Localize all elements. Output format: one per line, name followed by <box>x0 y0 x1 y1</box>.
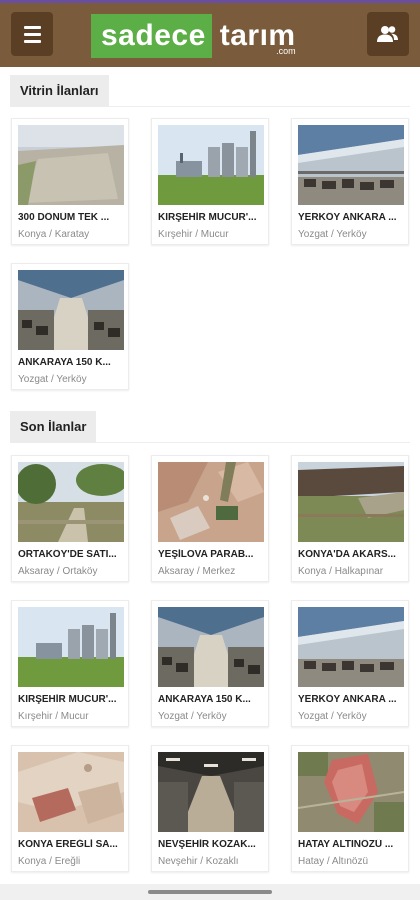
listing-thumbnail <box>18 607 124 687</box>
listing-location: Konya / Ereğli <box>18 856 81 867</box>
listing-location: Nevşehir / Kozaklı <box>158 856 239 867</box>
listing-location: Yozgat / Yerköy <box>158 711 227 722</box>
listing-card[interactable]: ANKARAYA 150 K... Yozgat / Yerköy <box>151 600 269 727</box>
listing-thumbnail <box>158 752 264 832</box>
home-indicator[interactable] <box>148 890 272 894</box>
listing-location: Konya / Halkapınar <box>298 566 384 577</box>
listing-location: Aksaray / Ortaköy <box>18 566 98 577</box>
listing-card[interactable]: KONYA'DA AKARS... Konya / Halkapınar <box>291 455 409 582</box>
listing-thumbnail <box>158 607 264 687</box>
user-account-button[interactable] <box>367 12 409 56</box>
showcase-title: Vitrin İlanları <box>10 75 109 107</box>
listing-title: HATAY ALTINÖZÜ ... <box>298 839 394 850</box>
listing-title: KIRŞEHİR MUCUR'... <box>18 694 117 705</box>
listing-location: Aksaray / Merkez <box>158 566 236 577</box>
listing-thumbnail <box>298 125 404 205</box>
site-logo[interactable]: sadece tarım .com <box>91 14 327 58</box>
listing-card[interactable]: YERKÖY ANKARA ... Yozgat / Yerköy <box>291 600 409 727</box>
listing-card[interactable]: 300 DÖNÜM TEK ... Konya / Karatay <box>11 118 129 245</box>
listing-location: Kırşehir / Mucur <box>158 229 229 240</box>
listing-title: ANKARAYA 150 K... <box>158 694 251 705</box>
listing-card[interactable]: KIRŞEHİR MUCUR'... Kırşehir / Mucur <box>151 118 269 245</box>
listing-card[interactable]: KIRŞEHİR MUCUR'... Kırşehir / Mucur <box>11 600 129 727</box>
listing-card[interactable]: KONYA EREĞLİ SA... Konya / Ereğli <box>11 745 129 872</box>
listing-location: Yozgat / Yerköy <box>298 229 367 240</box>
logo-part2: tarım .com <box>219 19 296 56</box>
listing-thumbnail <box>158 125 264 205</box>
hamburger-menu-icon <box>23 25 41 29</box>
listing-card[interactable]: YEŞİLOVA PARAB... Aksaray / Merkez <box>151 455 269 582</box>
listing-thumbnail <box>298 462 404 542</box>
listing-title: NEVŞEHİR KOZAK... <box>158 839 256 850</box>
listing-title: ORTAKÖY'DE SATI... <box>18 549 117 560</box>
listing-card[interactable]: NEVŞEHİR KOZAK... Nevşehir / Kozaklı <box>151 745 269 872</box>
listing-title: KIRŞEHİR MUCUR'... <box>158 212 257 223</box>
listing-title: YERKÖY ANKARA ... <box>298 212 397 223</box>
listing-thumbnail <box>18 462 124 542</box>
system-navigation-bar <box>0 884 420 900</box>
listing-thumbnail <box>298 752 404 832</box>
recent-section-header: Son İlanlar <box>10 411 410 443</box>
showcase-section-header: Vitrin İlanları <box>10 75 410 107</box>
listing-thumbnail <box>158 462 264 542</box>
users-icon <box>377 26 398 42</box>
listing-location: Konya / Karatay <box>18 229 90 240</box>
listing-card[interactable]: HATAY ALTINÖZÜ ... Hatay / Altınözü <box>291 745 409 872</box>
listing-card[interactable]: ORTAKÖY'DE SATI... Aksaray / Ortaköy <box>11 455 129 582</box>
listing-location: Yozgat / Yerköy <box>18 374 87 385</box>
recent-title: Son İlanlar <box>10 411 97 443</box>
listing-location: Kırşehir / Mucur <box>18 711 89 722</box>
top-app-bar: sadece tarım .com <box>0 0 420 67</box>
logo-suffix: .com <box>276 46 296 56</box>
listing-title: KONYA EREĞLİ SA... <box>18 839 118 850</box>
listing-thumbnail <box>18 125 124 205</box>
listing-title: YEŞİLOVA PARAB... <box>158 549 254 560</box>
listing-title: ANKARAYA 150 K... <box>18 357 111 368</box>
listing-thumbnail <box>18 270 124 350</box>
listing-title: 300 DÖNÜM TEK ... <box>18 212 110 223</box>
logo-part1: sadece <box>91 14 212 58</box>
listing-thumbnail <box>298 607 404 687</box>
listing-title: KONYA'DA AKARS... <box>298 549 396 560</box>
listing-location: Yozgat / Yerköy <box>298 711 367 722</box>
listing-location: Hatay / Altınözü <box>298 856 369 867</box>
listing-card[interactable]: YERKÖY ANKARA ... Yozgat / Yerköy <box>291 118 409 245</box>
hamburger-menu-button[interactable] <box>11 12 53 56</box>
listing-title: YERKÖY ANKARA ... <box>298 694 397 705</box>
listing-thumbnail <box>18 752 124 832</box>
listing-card[interactable]: ANKARAYA 150 K... Yozgat / Yerköy <box>11 263 129 390</box>
